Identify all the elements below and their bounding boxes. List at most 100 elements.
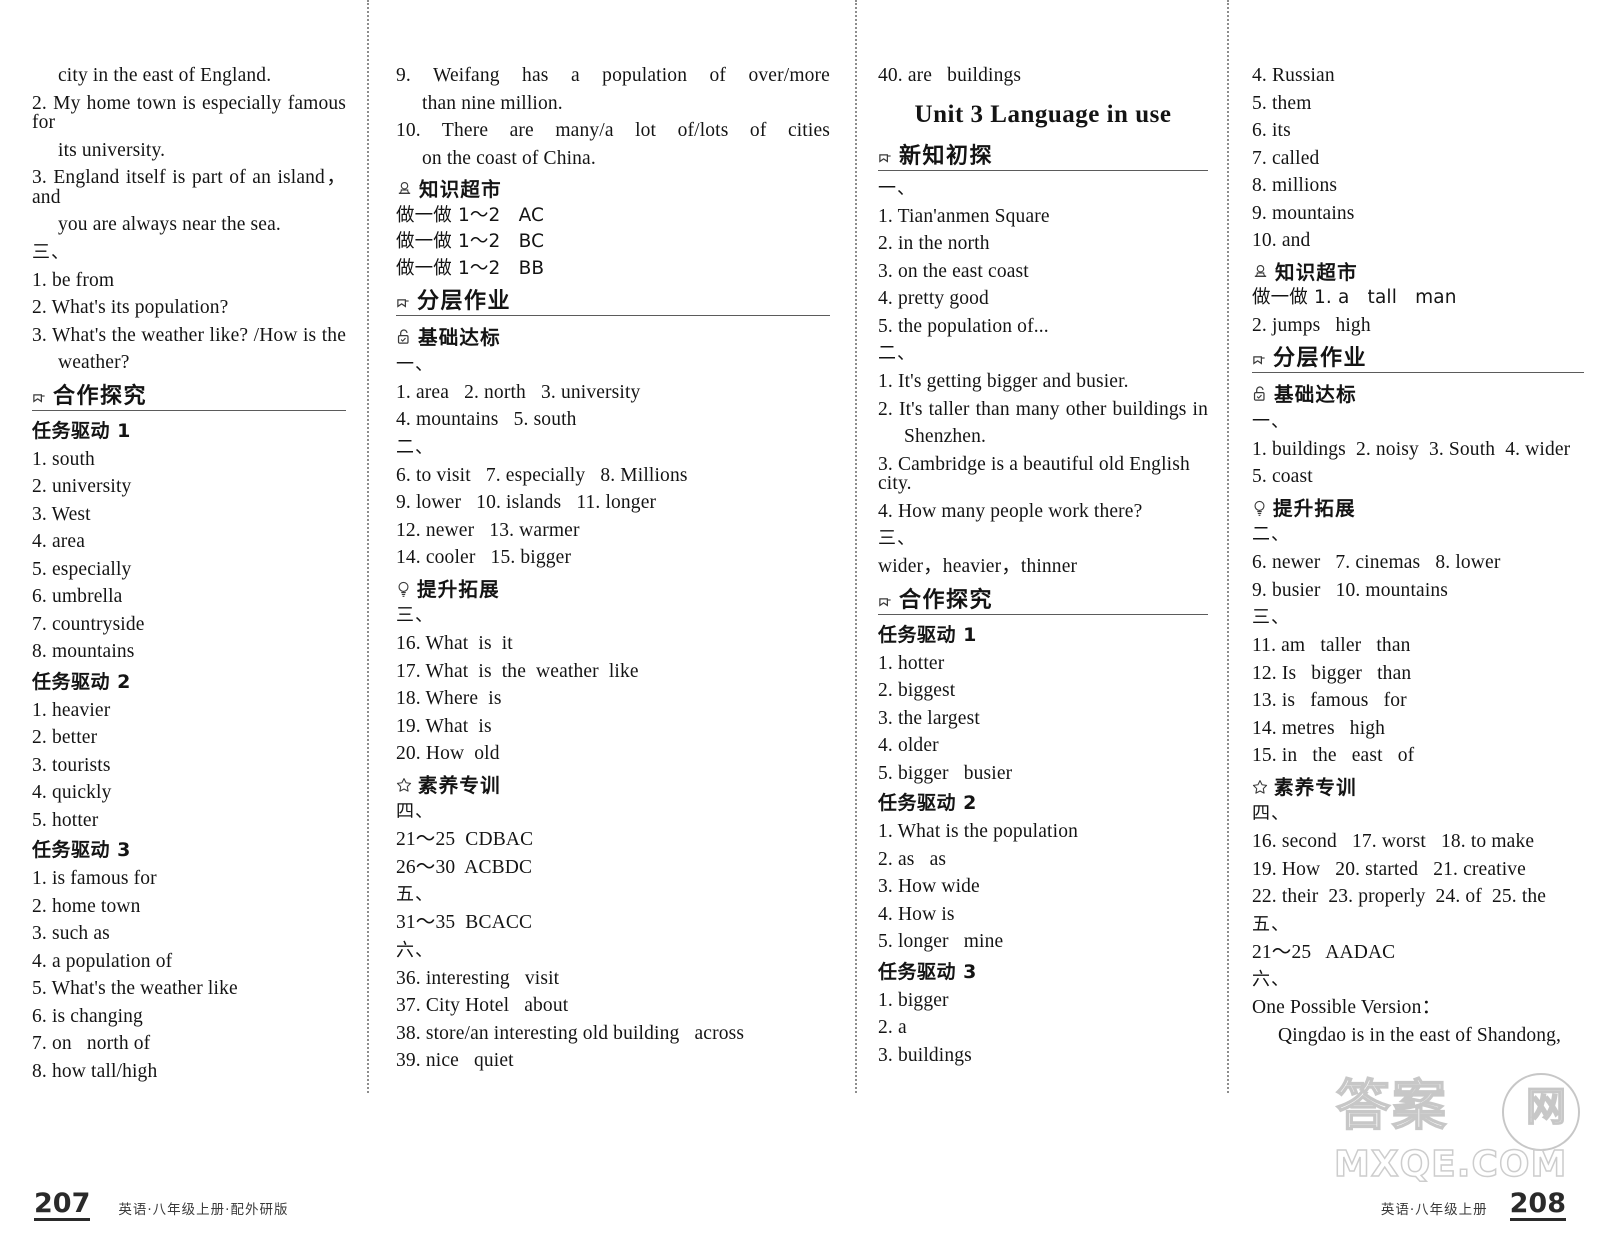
task-heading: 任务驱动 3 bbox=[32, 839, 131, 861]
answer-line: 19. What is bbox=[396, 715, 492, 737]
answer-key-page: city in the east of England. 2. My home t… bbox=[0, 0, 1600, 1235]
answer-line: 9. lower 10. islands 11. longer bbox=[396, 492, 657, 513]
section-number: 二、 bbox=[1252, 524, 1290, 545]
answer-line: 9. busier 10. mountains bbox=[1252, 579, 1449, 601]
answer-line: 4. older bbox=[878, 735, 939, 756]
answer-line: 5. the population of... bbox=[878, 315, 1049, 337]
answer-line: 3. Cambridge is a beautiful old English … bbox=[878, 453, 1195, 494]
lock-icon bbox=[1252, 386, 1268, 403]
answer-line: wider，heavier，thinner bbox=[878, 556, 1078, 577]
answer-line: 2. in the north bbox=[878, 233, 990, 254]
section-banner: 合作探究 bbox=[878, 581, 1208, 615]
answer-line: 2. a bbox=[878, 1017, 907, 1038]
answer-line: 12. newer 13. warmer bbox=[396, 519, 580, 541]
section-banner: 合作探究 bbox=[32, 377, 346, 411]
ribbon-icon bbox=[878, 153, 893, 168]
answer-line: 6. is changing bbox=[32, 1005, 143, 1027]
answer-column-1: city in the east of England. 2. My home t… bbox=[0, 62, 368, 1157]
section-heading-label: 分层作业 bbox=[1273, 346, 1368, 371]
answer-line: 19. How 20. started 21. creative bbox=[1252, 858, 1526, 880]
answer-column-3: 40. are buildings Unit 3 Language in use 新… bbox=[856, 62, 1228, 1157]
answer-line: 2. It's taller than many other buildings… bbox=[878, 398, 1208, 420]
answer-line: 2. university bbox=[32, 476, 132, 497]
bulb-icon bbox=[1252, 500, 1267, 517]
section-subhead: 素养专训 bbox=[1252, 770, 1584, 801]
page-number-right: 208 bbox=[1509, 1188, 1566, 1221]
section-subhead: 提升拓展 bbox=[396, 572, 830, 603]
answer-line: 18. Where is bbox=[396, 688, 502, 709]
answer-line: 2. jumps high bbox=[1252, 314, 1371, 336]
answer-line: 4. a population of bbox=[32, 950, 173, 972]
task-heading: 任务驱动 1 bbox=[878, 623, 977, 646]
answer-line: 2. My home town is especially famous for bbox=[32, 92, 352, 133]
unit-title: Unit 3 Language in use bbox=[914, 100, 1172, 128]
footer-right: 208 英语·八年级上册 bbox=[1381, 1190, 1566, 1221]
answer-line: city in the east of England. bbox=[58, 65, 272, 86]
answer-line: 5. bigger busier bbox=[878, 762, 1013, 784]
answer-line: 1. south bbox=[32, 448, 95, 470]
section-subhead: 知识超市 bbox=[396, 172, 830, 203]
answer-line: 做一做 1～2 BC bbox=[396, 231, 545, 252]
section-number: 六、 bbox=[396, 939, 434, 961]
answer-line: 4. quickly bbox=[32, 782, 112, 803]
answer-line: 13. is famous for bbox=[1252, 690, 1407, 711]
ribbon-icon bbox=[1252, 355, 1267, 370]
answer-line: 15. in the east of bbox=[1252, 745, 1415, 766]
answer-line: 3. What's the weather like? /How is the bbox=[32, 324, 346, 346]
answer-line: 3. West bbox=[32, 503, 91, 525]
task-heading: 任务驱动 2 bbox=[878, 792, 977, 814]
answer-line: Shenzhen. bbox=[904, 426, 987, 447]
answer-line: 1. heavier bbox=[32, 699, 111, 721]
answer-line: 2. better bbox=[32, 727, 98, 748]
answer-line: 8. how tall/high bbox=[32, 1060, 158, 1082]
section-number: 一、 bbox=[396, 353, 434, 375]
section-heading-label: 素养专训 bbox=[1274, 775, 1357, 799]
answer-line: 3. on the east coast bbox=[878, 260, 1029, 282]
section-subhead: 基础达标 bbox=[396, 320, 830, 351]
answer-line: 38. store/an interesting old building ac… bbox=[396, 1022, 745, 1044]
answer-line: 26～30 ACBDC bbox=[396, 856, 533, 878]
section-number: 三、 bbox=[878, 528, 916, 549]
answer-line: 1. What is the population bbox=[878, 821, 1078, 842]
answer-line: 36. interesting visit bbox=[396, 967, 560, 989]
answer-line: 16. What is it bbox=[396, 633, 513, 654]
answer-line: 16. second 17. worst 18. to make bbox=[1252, 831, 1535, 852]
answer-line: 3. such as bbox=[32, 923, 110, 944]
section-subhead: 知识超市 bbox=[1252, 255, 1584, 286]
answer-line: 1. is famous for bbox=[32, 868, 157, 889]
section-number: 二、 bbox=[396, 436, 434, 458]
answer-line: 6. umbrella bbox=[32, 586, 123, 607]
answer-line: 2. home town bbox=[32, 895, 141, 917]
answer-line: 6. to visit 7. especially 8. Millions bbox=[396, 464, 688, 486]
column-divider-1 bbox=[367, 0, 369, 1093]
section-number: 一、 bbox=[878, 177, 916, 199]
answer-line: 5. especially bbox=[32, 558, 132, 580]
section-number: 五、 bbox=[1252, 913, 1290, 935]
answer-line: 7. countryside bbox=[32, 613, 145, 635]
page-number-left: 207 bbox=[34, 1188, 91, 1221]
answer-line: 2. biggest bbox=[878, 680, 956, 701]
task-heading: 任务驱动 1 bbox=[32, 419, 131, 442]
section-heading-label: 基础达标 bbox=[1274, 383, 1357, 406]
answer-columns: city in the east of England. 2. My home t… bbox=[0, 62, 1600, 1157]
answer-line: 9. mountains bbox=[1252, 202, 1355, 224]
answer-line: 14. cooler 15. bigger bbox=[396, 547, 572, 568]
answer-line: 5. hotter bbox=[32, 809, 99, 831]
footer-left: 207 英语·八年级上册·配外研版 bbox=[34, 1190, 288, 1221]
section-banner: 新知初探 bbox=[878, 137, 1208, 171]
answer-line: 1. Tian'anmen Square bbox=[878, 205, 1050, 227]
answer-line: 做一做 1～2 BB bbox=[396, 257, 545, 279]
section-heading-label: 合作探究 bbox=[899, 587, 994, 613]
section-number: 四、 bbox=[1252, 803, 1290, 824]
answer-line: 3. the largest bbox=[878, 707, 980, 729]
answer-line: 1. hotter bbox=[878, 652, 945, 674]
section-number: 三、 bbox=[396, 605, 434, 626]
answer-line: than nine million. bbox=[422, 92, 563, 114]
answer-line: 4. mountains 5. south bbox=[396, 409, 577, 430]
section-number: 五、 bbox=[396, 884, 434, 905]
section-heading-label: 分层作业 bbox=[417, 289, 512, 314]
answer-line: 3. tourists bbox=[32, 754, 111, 776]
section-number: 二、 bbox=[878, 343, 916, 364]
lock-icon bbox=[396, 329, 412, 346]
section-heading-label: 基础达标 bbox=[418, 326, 501, 349]
